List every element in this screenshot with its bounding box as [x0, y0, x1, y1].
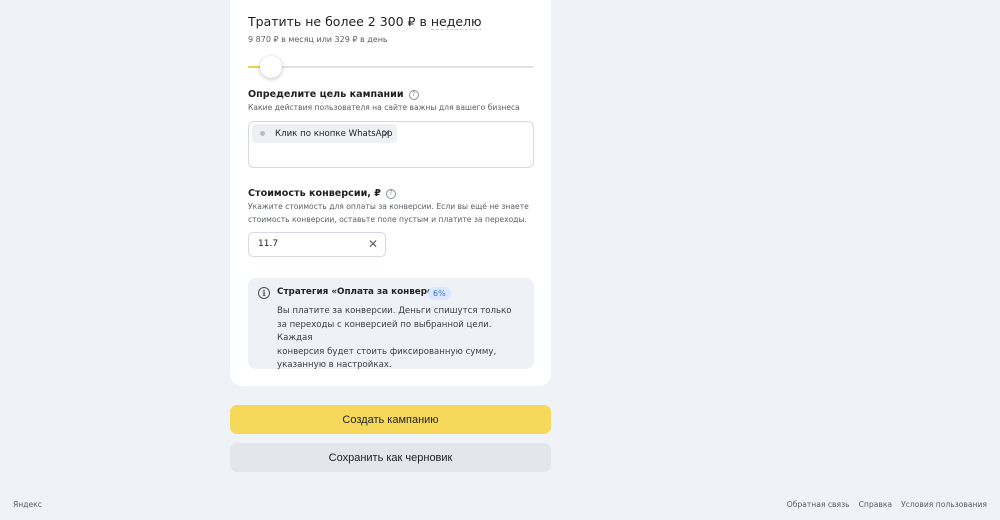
goal-chip-label: Клик по кнопке WhatsApp — [275, 128, 393, 139]
budget-title: Тратить не более 2 300 ₽ в неделю — [248, 14, 482, 30]
save-draft-button[interactable]: Сохранить как черновик — [230, 443, 551, 472]
goal-chip: Клик по кнопке WhatsApp ✕ — [252, 124, 397, 143]
feedback-link[interactable]: Обратная связь — [787, 500, 850, 509]
conversion-section-title: Стоимость конверсии, ₽ ? — [248, 188, 396, 199]
strategy-text-line: за переходы с конверсией по выбранной це… — [277, 319, 492, 344]
budget-slider-track[interactable] — [248, 66, 534, 68]
goal-title-text: Определите цель кампании — [248, 89, 404, 100]
budget-slider-thumb[interactable] — [260, 56, 282, 78]
strategy-badge: 6% — [428, 287, 451, 300]
budget-period-dropdown[interactable]: неделю — [430, 14, 482, 30]
strategy-description: Вы платите за конверсии. Деньги спишутся… — [277, 305, 527, 373]
question-icon[interactable]: ? — [408, 89, 419, 100]
conversion-description-line: Укажите стоимость для оплаты за конверси… — [248, 202, 529, 211]
goal-section-title: Определите цель кампании ? — [248, 89, 419, 100]
strategy-text-line: Вы платите за конверсии. Деньги спишутся… — [277, 306, 512, 316]
goal-status-dot-icon — [260, 131, 265, 136]
help-link[interactable]: Справка — [859, 500, 892, 509]
create-campaign-button[interactable]: Создать кампанию — [230, 405, 551, 434]
goal-select-field[interactable]: Клик по кнопке WhatsApp ✕ — [248, 121, 534, 168]
footer-links: Обратная связь Справка Условия пользован… — [787, 500, 987, 509]
clear-icon[interactable]: ✕ — [368, 238, 378, 250]
budget-amount-text: Тратить не более 2 300 ₽ в — [248, 14, 427, 29]
strategy-info-box: i Стратегия «Оплата за конверсии» 6% Вы … — [248, 278, 534, 370]
strategy-title: Стратегия «Оплата за конверсии» — [277, 287, 451, 297]
footer-brand[interactable]: Яндекс — [13, 500, 42, 509]
conversion-description: Укажите стоимость для оплаты за конверси… — [248, 200, 529, 226]
conversion-title-text: Стоимость конверсии, ₽ — [248, 188, 381, 199]
conversion-description-line: стоимость конверсии, оставьте поле пусты… — [248, 215, 527, 224]
terms-link[interactable]: Условия пользования — [901, 500, 987, 509]
info-icon: i — [258, 287, 270, 299]
question-icon[interactable]: ? — [385, 188, 396, 199]
conversion-cost-input[interactable]: 11.7 ✕ — [248, 232, 386, 257]
budget-subtitle: 9 870 ₽ в месяц или 329 ₽ в день — [248, 35, 388, 44]
goal-description: Какие действия пользователя на сайте важ… — [248, 103, 520, 112]
close-icon[interactable]: ✕ — [382, 128, 391, 139]
conversion-cost-value: 11.7 — [258, 239, 279, 249]
strategy-text-line: конверсия будет стоить фиксированную сум… — [277, 346, 497, 357]
strategy-text-line: указанную в настройках. — [277, 360, 392, 370]
